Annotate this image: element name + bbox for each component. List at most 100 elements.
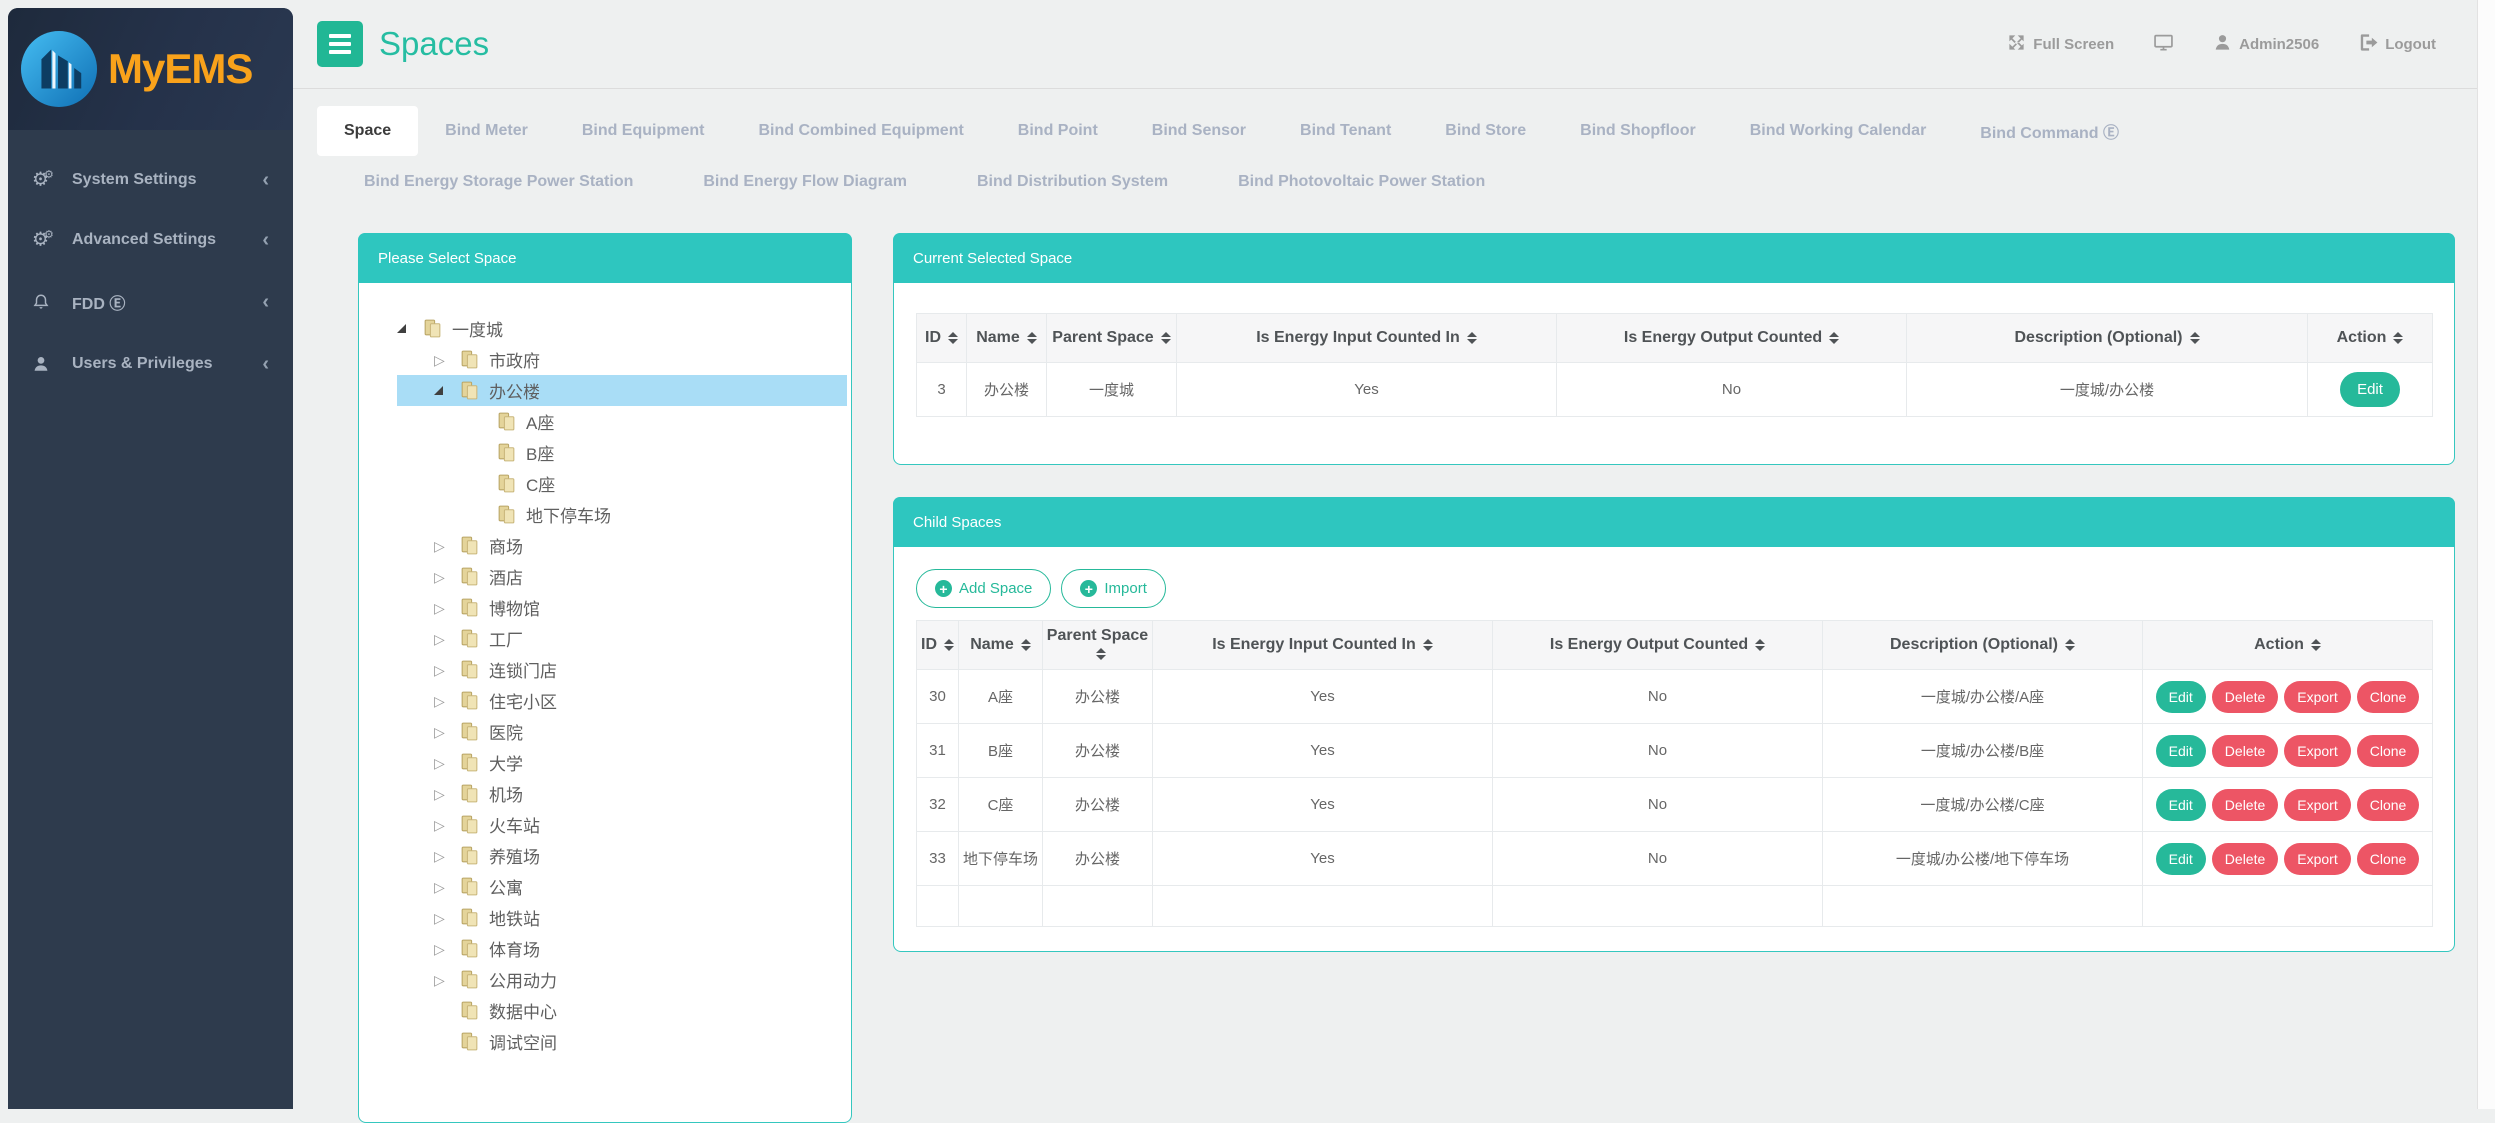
edit-button[interactable]: Edit xyxy=(2156,681,2206,713)
tab-space[interactable]: Space xyxy=(317,106,418,156)
column-header-parent-space[interactable]: Parent Space xyxy=(1043,621,1153,670)
edit-button[interactable]: Edit xyxy=(2156,843,2206,875)
expand-toggle-icon[interactable]: ▷ xyxy=(434,570,458,584)
tree-node[interactable]: ▷火车站 xyxy=(397,809,847,840)
delete-button[interactable]: Delete xyxy=(2212,789,2278,821)
tree-node[interactable]: C座 xyxy=(397,468,847,499)
tree-node[interactable]: ▷市政府 xyxy=(397,344,847,375)
tree-node[interactable]: ▷医院 xyxy=(397,716,847,747)
column-header-name[interactable]: Name xyxy=(967,314,1047,363)
clone-button[interactable]: Clone xyxy=(2357,789,2420,821)
expand-toggle-icon[interactable]: ▷ xyxy=(434,663,458,677)
tree-node[interactable]: B座 xyxy=(397,437,847,468)
delete-button[interactable]: Delete xyxy=(2212,735,2278,767)
monitor-button[interactable] xyxy=(2154,33,2173,56)
column-header-name[interactable]: Name xyxy=(959,621,1043,670)
tab-bind-store[interactable]: Bind Store xyxy=(1418,106,1553,156)
tab-bind-distribution-system[interactable]: Bind Distribution System xyxy=(942,159,1203,205)
column-header-description-optional[interactable]: Description (Optional) xyxy=(1907,314,2308,363)
clone-button[interactable]: Clone xyxy=(2357,843,2420,875)
expand-toggle-icon[interactable]: ▷ xyxy=(434,849,458,863)
tree-node[interactable]: ▷体育场 xyxy=(397,933,847,964)
expand-toggle-icon[interactable] xyxy=(434,386,458,395)
tree-node[interactable]: ▷大学 xyxy=(397,747,847,778)
column-header-action[interactable]: Action xyxy=(2143,621,2433,670)
column-header-is-energy-output-counted[interactable]: Is Energy Output Counted xyxy=(1493,621,1823,670)
expand-toggle-icon[interactable]: ▷ xyxy=(434,353,458,367)
column-header-action[interactable]: Action xyxy=(2308,314,2433,363)
sidebar-item-users-privileges[interactable]: Users & Privileges‹ xyxy=(8,334,293,394)
tree-node[interactable]: ▷地铁站 xyxy=(397,902,847,933)
tab-bind-shopfloor[interactable]: Bind Shopfloor xyxy=(1553,106,1723,156)
sidebar-item-fdd[interactable]: FDD Ⓔ‹ xyxy=(8,270,293,334)
tab-bind-tenant[interactable]: Bind Tenant xyxy=(1273,106,1418,156)
delete-button[interactable]: Delete xyxy=(2212,681,2278,713)
logout-button[interactable]: Logout xyxy=(2359,33,2436,56)
sidebar-toggle-button[interactable] xyxy=(317,21,363,67)
tree-node[interactable]: 一度城 xyxy=(397,313,847,344)
tab-bind-point[interactable]: Bind Point xyxy=(991,106,1125,156)
column-header-id[interactable]: ID xyxy=(917,314,967,363)
page-scrollbar[interactable] xyxy=(2477,0,2495,1109)
expand-toggle-icon[interactable]: ▷ xyxy=(434,756,458,770)
clone-button[interactable]: Clone xyxy=(2357,681,2420,713)
tree-node[interactable]: ▷博物馆 xyxy=(397,592,847,623)
tree-node[interactable]: A座 xyxy=(397,406,847,437)
expand-toggle-icon[interactable]: ▷ xyxy=(434,601,458,615)
tab-bind-equipment[interactable]: Bind Equipment xyxy=(555,106,732,156)
sidebar-item-system-settings[interactable]: ⚙⚙System Settings‹ xyxy=(8,150,293,210)
tree-node[interactable]: ▷酒店 xyxy=(397,561,847,592)
edit-button[interactable]: Edit xyxy=(2340,372,2400,407)
export-button[interactable]: Export xyxy=(2284,735,2350,767)
expand-toggle-icon[interactable]: ▷ xyxy=(434,818,458,832)
column-header-is-energy-input-counted-in[interactable]: Is Energy Input Counted In xyxy=(1153,621,1493,670)
column-header-is-energy-input-counted-in[interactable]: Is Energy Input Counted In xyxy=(1177,314,1557,363)
user-menu[interactable]: Admin2506 xyxy=(2213,33,2319,56)
export-button[interactable]: Export xyxy=(2284,789,2350,821)
expand-toggle-icon[interactable]: ▷ xyxy=(434,539,458,553)
tree-node[interactable]: 办公楼 xyxy=(397,375,847,406)
tab-bind-sensor[interactable]: Bind Sensor xyxy=(1125,106,1273,156)
tree-node[interactable]: ▷住宅小区 xyxy=(397,685,847,716)
tree-node[interactable]: 数据中心 xyxy=(397,995,847,1026)
tree-node[interactable]: ▷养殖场 xyxy=(397,840,847,871)
sidebar-item-advanced-settings[interactable]: ⚙⚙Advanced Settings‹ xyxy=(8,210,293,270)
export-button[interactable]: Export xyxy=(2284,843,2350,875)
edit-button[interactable]: Edit xyxy=(2156,789,2206,821)
tree-node[interactable]: ▷连锁门店 xyxy=(397,654,847,685)
add-space-button[interactable]: +Add Space xyxy=(916,569,1051,608)
column-header-description-optional[interactable]: Description (Optional) xyxy=(1823,621,2143,670)
tab-bind-energy-flow-diagram[interactable]: Bind Energy Flow Diagram xyxy=(668,159,942,205)
tab-bind-combined-equipment[interactable]: Bind Combined Equipment xyxy=(731,106,990,156)
tree-node[interactable]: 调试空间 xyxy=(397,1026,847,1057)
tree-node[interactable]: 地下停车场 xyxy=(397,499,847,530)
export-button[interactable]: Export xyxy=(2284,681,2350,713)
expand-toggle-icon[interactable]: ▷ xyxy=(434,973,458,987)
column-header-parent-space[interactable]: Parent Space xyxy=(1047,314,1177,363)
tab-bind-command[interactable]: Bind Command Ⓔ xyxy=(1953,103,2146,159)
tree-node[interactable]: ▷商场 xyxy=(397,530,847,561)
edit-button[interactable]: Edit xyxy=(2156,735,2206,767)
tree-node[interactable]: ▷公寓 xyxy=(397,871,847,902)
import-button[interactable]: +Import xyxy=(1061,569,1166,608)
column-header-is-energy-output-counted[interactable]: Is Energy Output Counted xyxy=(1557,314,1907,363)
expand-toggle-icon[interactable] xyxy=(397,324,421,333)
tree-node[interactable]: ▷公用动力 xyxy=(397,964,847,995)
tab-bind-photovoltaic-power-station[interactable]: Bind Photovoltaic Power Station xyxy=(1203,159,1520,205)
expand-toggle-icon[interactable]: ▷ xyxy=(434,725,458,739)
expand-toggle-icon[interactable]: ▷ xyxy=(434,694,458,708)
logo-block[interactable]: MyEMS xyxy=(8,8,293,130)
expand-toggle-icon[interactable]: ▷ xyxy=(434,632,458,646)
expand-toggle-icon[interactable]: ▷ xyxy=(434,880,458,894)
delete-button[interactable]: Delete xyxy=(2212,843,2278,875)
column-header-id[interactable]: ID xyxy=(917,621,959,670)
tab-bind-energy-storage-power-station[interactable]: Bind Energy Storage Power Station xyxy=(329,159,668,205)
clone-button[interactable]: Clone xyxy=(2357,735,2420,767)
full-screen-button[interactable]: Full Screen xyxy=(2007,33,2114,56)
expand-toggle-icon[interactable]: ▷ xyxy=(434,911,458,925)
expand-toggle-icon[interactable]: ▷ xyxy=(434,787,458,801)
tree-node[interactable]: ▷机场 xyxy=(397,778,847,809)
tree-node[interactable]: ▷工厂 xyxy=(397,623,847,654)
tab-bind-working-calendar[interactable]: Bind Working Calendar xyxy=(1723,106,1954,156)
tab-bind-meter[interactable]: Bind Meter xyxy=(418,106,555,156)
